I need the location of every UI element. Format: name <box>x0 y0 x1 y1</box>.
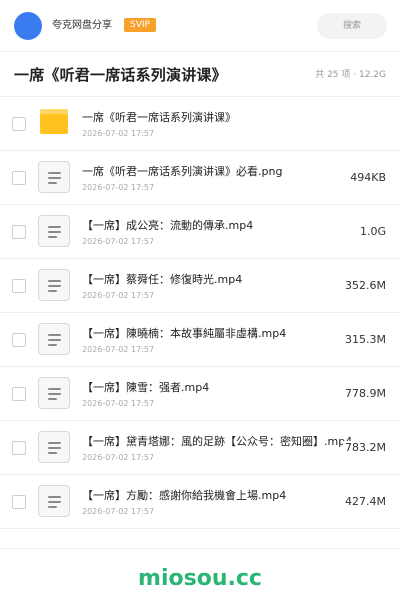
page-title: 一席《听君一席话系列演讲课》 <box>14 66 227 84</box>
file-name: 【一席】蔡舜任：修復時光.mp4 <box>82 273 243 286</box>
file-size: 783.2M <box>343 441 386 455</box>
file-date: 2026-07-02 17:57 <box>82 453 155 462</box>
row-checkbox[interactable] <box>12 441 26 455</box>
file-size: 778.9M <box>343 387 386 401</box>
document-icon <box>38 431 70 463</box>
file-date: 2026-07-02 17:57 <box>82 129 155 138</box>
row-checkbox[interactable] <box>12 387 26 401</box>
file-date: 2026-07-02 17:57 <box>82 399 155 408</box>
file-row[interactable]: 【一席】成公亮：流動的傳承.mp4 2026-07-02 17:57 1.0G <box>0 205 400 259</box>
file-name: 【一席】陳曉楠：本故事純屬非虛構.mp4 <box>82 327 287 340</box>
file-row[interactable]: 【一席】方勵：感謝你給我機會上場.mp4 2026-07-02 17:57 427.… <box>0 475 400 529</box>
row-checkbox[interactable] <box>12 333 26 347</box>
file-date: 2026-07-02 17:57 <box>82 291 155 300</box>
folder-icon <box>38 107 70 139</box>
file-size: 315.3M <box>343 333 386 347</box>
row-checkbox[interactable] <box>12 225 26 239</box>
file-row[interactable]: 一席《听君一席话系列演讲课》 2026-07-02 17:57 <box>0 97 400 151</box>
row-checkbox[interactable] <box>12 495 26 509</box>
document-icon <box>38 269 70 301</box>
document-icon <box>38 161 70 193</box>
app-name: 夸克网盘分享 <box>52 20 112 31</box>
file-row[interactable]: 【一席】蔡舜任：修復時光.mp4 2026-07-02 17:57 352.6M <box>0 259 400 313</box>
file-row[interactable]: 一席《听君一席话系列演讲课》必看.png 2026-07-02 17:57 494K… <box>0 151 400 205</box>
row-checkbox[interactable] <box>12 279 26 293</box>
file-row[interactable]: 【一席】黛青塔娜：風的足跡【公众号：密知圈】.mp4 2026-07-02 17:… <box>0 421 400 475</box>
file-date: 2026-07-02 17:57 <box>82 507 155 516</box>
file-size: 427.4M <box>343 495 386 509</box>
document-icon <box>38 215 70 247</box>
file-size: 1.0G <box>357 225 386 239</box>
avatar[interactable] <box>14 12 42 40</box>
search-box[interactable]: 搜索 <box>317 13 387 39</box>
folder-meta: 共 25 项 · 12.2G <box>315 70 386 80</box>
file-name: 【一席】陳雪：强者.mp4 <box>82 381 210 394</box>
file-row[interactable]: 【一席】陳曉楠：本故事純屬非虛構.mp4 2026-07-02 17:57 315.… <box>0 313 400 367</box>
file-name: 一席《听君一席话系列演讲课》必看.png <box>82 165 283 178</box>
file-date: 2026-07-02 17:57 <box>82 183 155 192</box>
row-checkbox[interactable] <box>12 117 26 131</box>
row-checkbox[interactable] <box>12 171 26 185</box>
document-icon <box>38 485 70 517</box>
file-name: 【一席】黛青塔娜：風的足跡【公众号：密知圈】.mp4 <box>82 435 353 448</box>
document-icon <box>38 377 70 409</box>
file-size: 352.6M <box>343 279 386 293</box>
svip-badge: SVIP <box>124 18 156 32</box>
file-name: 【一席】成公亮：流動的傳承.mp4 <box>82 219 254 232</box>
document-icon <box>38 323 70 355</box>
top-bar: 夸克网盘分享 SVIP 搜索 <box>0 0 400 52</box>
file-name: 一席《听君一席话系列演讲课》 <box>82 111 236 124</box>
file-date: 2026-07-02 17:57 <box>82 345 155 354</box>
file-date: 2026-07-02 17:57 <box>82 237 155 246</box>
watermark: miosou.cc <box>138 566 262 591</box>
file-name: 【一席】方勵：感謝你給我機會上場.mp4 <box>82 489 287 502</box>
folder-header: 一席《听君一席话系列演讲课》 共 25 项 · 12.2G <box>0 52 400 97</box>
file-size: 494KB <box>348 171 386 185</box>
file-row[interactable]: 【一席】陳雪：强者.mp4 2026-07-02 17:57 778.9M <box>0 367 400 421</box>
file-list: 一席《听君一席话系列演讲课》 2026-07-02 17:57 一席《听君一席话系列… <box>0 97 400 529</box>
footer: miosou.cc <box>0 548 400 600</box>
